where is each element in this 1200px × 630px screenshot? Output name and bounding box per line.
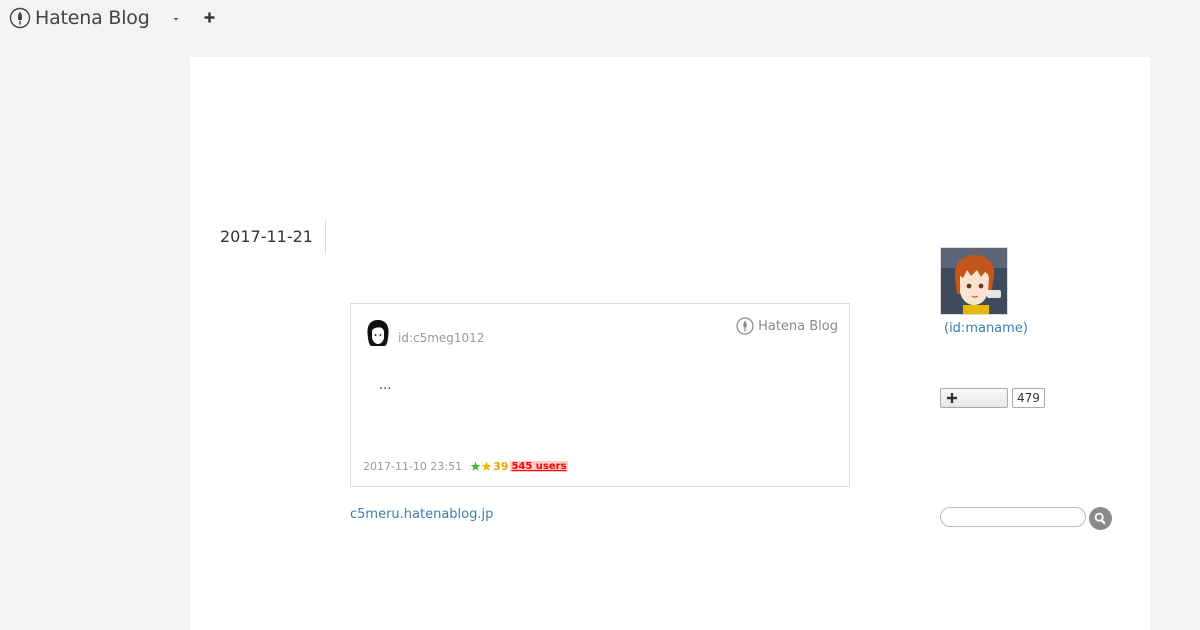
plus-icon (947, 393, 957, 403)
search-icon (1094, 512, 1106, 525)
brand-logo-link[interactable]: Hatena Blog (9, 7, 150, 29)
hatena-blog-logo[interactable]: Hatena Blog (736, 317, 838, 335)
profile-avatar[interactable] (940, 247, 1008, 315)
green-star-icon (470, 461, 481, 471)
hatena-logo-icon (9, 7, 31, 29)
star-count: 39 (493, 460, 509, 473)
content-container: 2017-11-21 id:c5meg1012 Hatena Blog ... … (190, 57, 1150, 630)
logo-text: Hatena Blog (758, 318, 838, 334)
subscribe-widget: 479 (940, 388, 1045, 408)
brand-text: Hatena Blog (35, 7, 150, 29)
plus-icon[interactable] (203, 11, 216, 24)
hatena-logo-icon (736, 317, 754, 335)
entry-excerpt: ... (379, 378, 392, 393)
author-avatar-icon (367, 320, 389, 346)
blog-embed-card[interactable]: id:c5meg1012 Hatena Blog ... 2017-11-10 … (350, 303, 850, 487)
blog-url-link[interactable]: c5meru.hatenablog.jp (350, 507, 493, 522)
subscribe-button[interactable] (940, 388, 1008, 408)
yellow-star-icon (481, 461, 492, 471)
bookmark-users-link[interactable]: 545 users (510, 461, 568, 472)
star-rating[interactable]: 39 (470, 460, 508, 473)
search-button[interactable] (1089, 507, 1112, 530)
search-input[interactable] (940, 507, 1086, 527)
entry-date: 2017-11-10 23:51 (363, 460, 463, 473)
subscriber-count: 479 (1012, 388, 1045, 408)
chevron-down-icon[interactable] (170, 13, 182, 25)
author-id-link[interactable]: id:c5meg1012 (398, 331, 484, 345)
profile-avatar-icon (941, 248, 1007, 314)
global-header: Hatena Blog (0, 0, 1200, 38)
profile-id-link[interactable]: (id:maname) (944, 321, 1028, 336)
archive-date-heading: 2017-11-21 (220, 220, 326, 254)
entry-footer: 2017-11-10 23:51 39 545 users (363, 460, 568, 473)
